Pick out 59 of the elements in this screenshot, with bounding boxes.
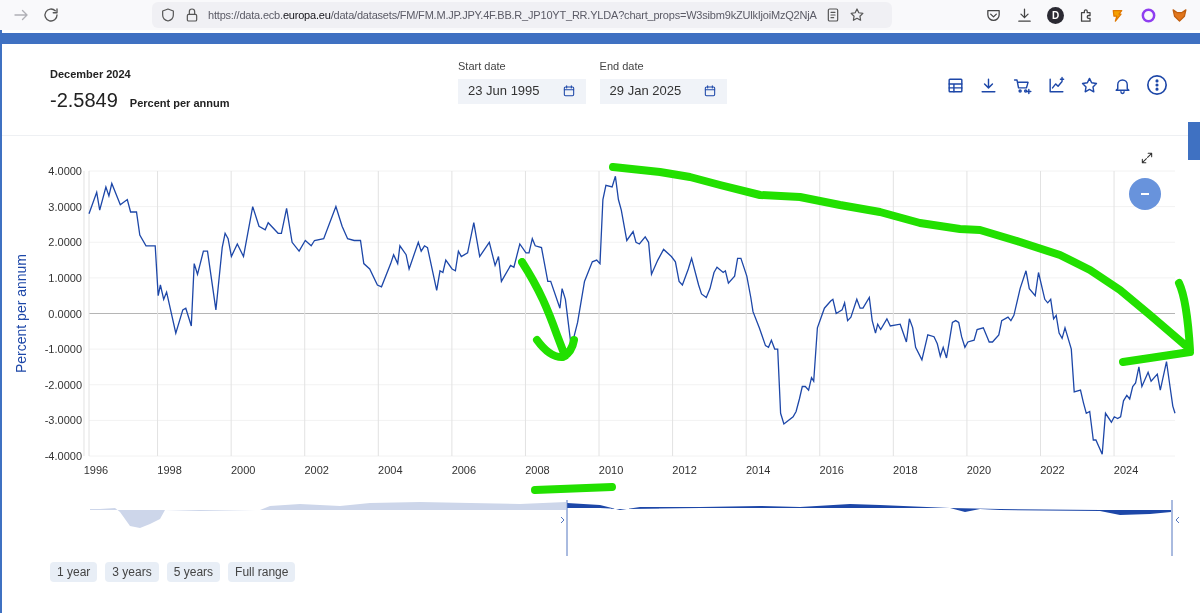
url-text: https://data.ecb.europa.eu/data/datasets/FM/FM.M.JP.JPY.4F.BB.R_JP10YT_RR.YLDA?chart_props=W3sibm9kZUlkIjoiMzQ2NjA [208, 7, 817, 23]
reload-icon[interactable] [42, 6, 60, 24]
calendar-icon [561, 84, 576, 98]
unit-label: Percent per annum [129, 95, 230, 111]
lock-icon [184, 7, 200, 23]
y-axis-title: Percent per annum [13, 253, 29, 374]
x-tick-label: 2014 [745, 464, 771, 476]
download-icon[interactable] [979, 75, 998, 95]
date-field[interactable]: 23 Jun 1995 [458, 78, 586, 104]
date-label: Start date [458, 59, 507, 74]
x-tick-label: 2022 [1040, 464, 1065, 476]
x-tick-label: 2000 [230, 464, 256, 476]
y-tick-label: 1.0000 [48, 271, 82, 284]
table-icon[interactable] [946, 75, 965, 95]
zoom-out-button[interactable] [1129, 178, 1161, 210]
profile-avatar[interactable]: D [1047, 6, 1064, 24]
x-tick-label: 1996 [83, 464, 109, 476]
y-tick-label: -3.0000 [44, 414, 82, 427]
x-tick-label: 2008 [525, 464, 550, 476]
fox-icon[interactable] [1171, 6, 1188, 24]
scrollbar-thumb[interactable] [1188, 122, 1200, 160]
star-icon[interactable] [1080, 75, 1099, 95]
x-tick-label: 2024 [1113, 464, 1139, 476]
y-tick-label: -4.0000 [44, 450, 82, 462]
x-tick-label: 1998 [157, 464, 182, 476]
x-tick-label: 2020 [966, 464, 992, 476]
range-handle[interactable] [560, 499, 568, 557]
x-tick-label: 2002 [304, 464, 329, 476]
y-tick-label: 4.0000 [48, 165, 82, 177]
minus-icon [1141, 193, 1149, 195]
range-button[interactable]: 3 years [105, 562, 159, 582]
y-tick-label: -2.0000 [44, 378, 82, 391]
y-tick-label: 3.0000 [48, 200, 82, 213]
x-tick-label: 2006 [451, 464, 477, 476]
x-tick-label: 2004 [378, 464, 403, 476]
chart-add-icon[interactable] [1047, 75, 1066, 95]
x-tick-label: 2012 [672, 464, 697, 476]
star-icon[interactable] [848, 7, 865, 23]
range-button[interactable]: 1 year [50, 562, 98, 582]
calendar-icon [703, 84, 718, 98]
x-tick-label: 2010 [598, 464, 624, 476]
date-field[interactable]: 29 Jan 2025 [599, 78, 728, 104]
expand-icon[interactable] [1140, 151, 1154, 165]
shield-icon[interactable] [160, 7, 176, 23]
y-tick-label: -1.0000 [44, 343, 82, 356]
latest-value: -2.5849 [50, 87, 118, 113]
download-icon[interactable] [1016, 6, 1033, 24]
x-tick-label: 2016 [819, 464, 844, 476]
range-button[interactable]: 5 years [166, 562, 221, 582]
range-handle[interactable] [1171, 499, 1180, 557]
y-tick-label: 2.0000 [48, 236, 82, 249]
range-button[interactable]: Full range [228, 562, 296, 582]
date-label: End date [599, 59, 645, 74]
x-tick-label: 2018 [893, 464, 918, 476]
more-options-icon[interactable] [1146, 74, 1168, 96]
period-label: December 2024 [50, 67, 132, 82]
extension-icon[interactable] [1140, 6, 1157, 24]
address-bar[interactable]: https://data.ecb.europa.eu/data/datasets/FM/FM.M.JP.JPY.4F.BB.R_JP10YT_RR.YLDA?chart_props=W3sibm9kZUlkIjoiMzQ2NjA [152, 2, 892, 28]
y-tick-label: 0.0000 [48, 307, 82, 320]
